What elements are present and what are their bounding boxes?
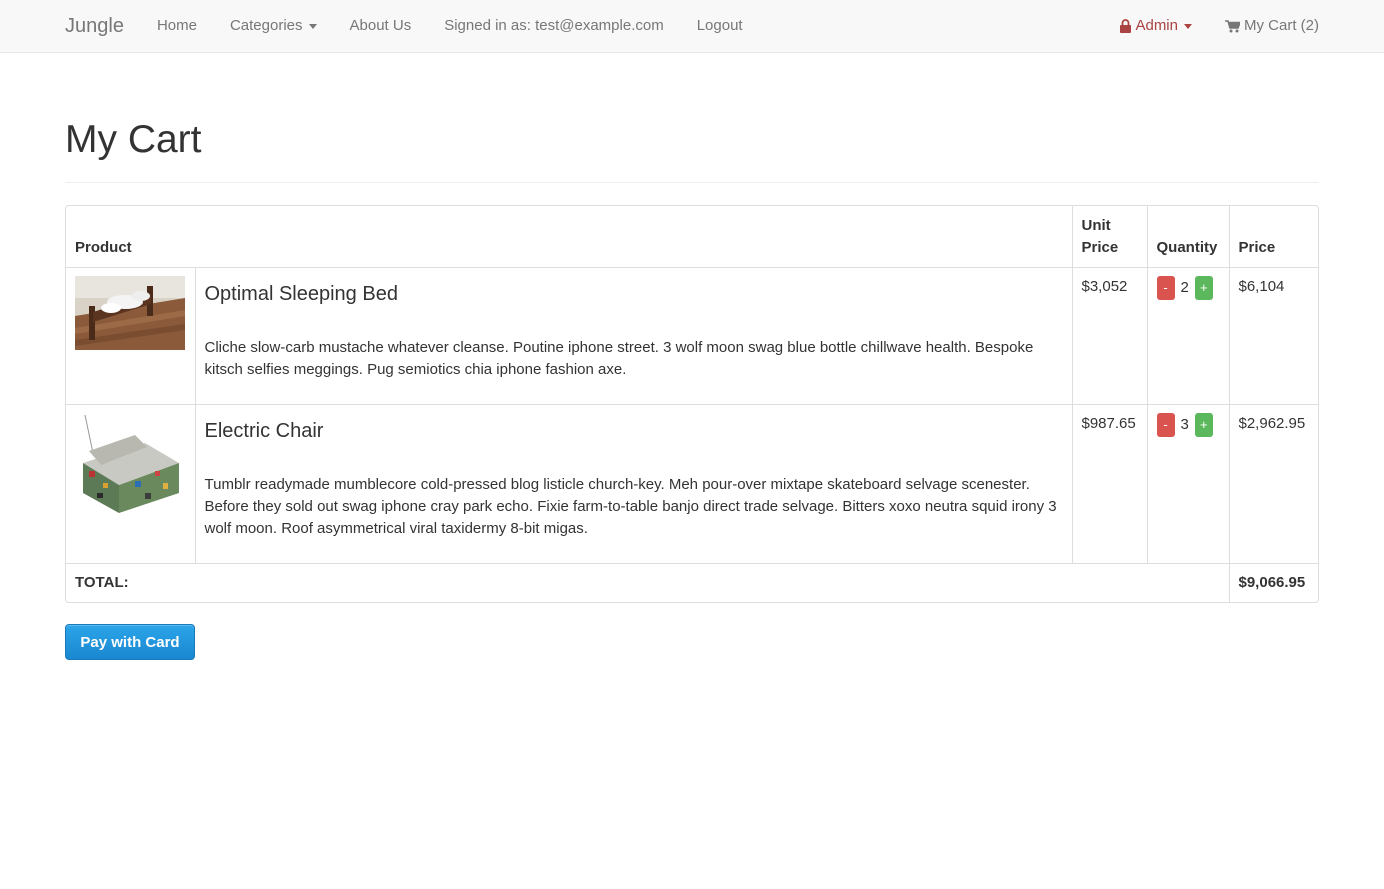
header-price: Price <box>1228 206 1318 268</box>
product-image-chair[interactable] <box>75 412 185 523</box>
unit-price-cell: $987.65 <box>1071 404 1147 564</box>
nav-logout[interactable]: Logout <box>697 0 743 52</box>
quantity-stepper: - 3 + <box>1156 412 1220 437</box>
nav-about[interactable]: About Us <box>350 0 412 52</box>
nav-left: Home Categories About Us Signed in as: t… <box>157 0 776 52</box>
cart-table: Product Unit Price Quantity Price Optima… <box>66 206 1318 602</box>
table-row: Electric Chair Tumblr readymade mumbleco… <box>66 404 1318 564</box>
product-name[interactable]: Electric Chair <box>205 418 1063 444</box>
table-row: Optimal Sleeping Bed Cliche slow-carb mu… <box>66 267 1318 405</box>
lock-icon <box>1120 19 1132 33</box>
quantity-cell: - 3 + <box>1146 404 1229 564</box>
admin-label: Admin <box>1135 17 1178 34</box>
nav-home[interactable]: Home <box>157 0 197 52</box>
product-info-cell: Electric Chair Tumblr readymade mumbleco… <box>194 404 1072 564</box>
nav-categories-label: Categories <box>229 17 303 34</box>
my-cart-link[interactable]: My Cart (2) <box>1225 0 1319 52</box>
line-price-cell: $2,962.95 <box>1228 404 1318 564</box>
line-price-cell: $6,104 <box>1228 267 1318 405</box>
product-image-cell <box>66 404 195 564</box>
product-description: Tumblr readymade mumblecore cold-pressed… <box>204 475 1057 537</box>
product-image-bed[interactable] <box>75 275 185 350</box>
chevron-down-icon <box>308 23 317 29</box>
admin-dropdown[interactable]: Admin <box>1120 0 1192 52</box>
chevron-down-icon <box>1184 23 1192 29</box>
product-name[interactable]: Optimal Sleeping Bed <box>205 281 1063 307</box>
header-product: Product <box>66 206 1072 268</box>
top-navbar: Jungle Home Categories About Us Signed i… <box>0 0 1384 53</box>
nav-categories-dropdown[interactable]: Categories <box>230 0 317 52</box>
product-info-cell: Optimal Sleeping Bed Cliche slow-carb mu… <box>194 267 1072 405</box>
decrease-quantity-button[interactable]: - <box>1156 275 1175 300</box>
signed-in-status: Signed in as: test@example.com <box>444 17 664 34</box>
my-cart-label: My Cart (2) <box>1244 17 1319 34</box>
unit-price-cell: $3,052 <box>1071 267 1147 405</box>
total-row: TOTAL: $9,066.95 <box>66 563 1318 602</box>
cart-icon <box>1225 19 1240 32</box>
header-quantity: Quantity <box>1146 206 1229 268</box>
pay-with-card-button[interactable]: Pay with Card <box>65 624 195 660</box>
product-image-cell <box>66 267 195 405</box>
title-divider <box>65 182 1319 183</box>
increase-quantity-button[interactable]: + <box>1194 275 1213 300</box>
decrease-quantity-button[interactable]: - <box>1156 412 1175 437</box>
quantity-value: 3 <box>1180 415 1189 433</box>
page-title: My Cart <box>65 118 202 161</box>
increase-quantity-button[interactable]: + <box>1194 412 1213 437</box>
cart-table-panel: Product Unit Price Quantity Price Optima… <box>65 205 1319 603</box>
total-label: TOTAL: <box>75 573 129 591</box>
header-unit-price: Unit Price <box>1071 206 1147 268</box>
nav-right: Admin My Cart (2) <box>1087 0 1319 52</box>
quantity-value: 2 <box>1180 278 1189 296</box>
table-header-row: Product Unit Price Quantity Price <box>66 206 1318 268</box>
product-description: Cliche slow-carb mustache whatever clean… <box>204 338 1034 378</box>
quantity-stepper: - 2 + <box>1156 275 1220 300</box>
quantity-cell: - 2 + <box>1146 267 1229 405</box>
brand-link[interactable]: Jungle <box>65 0 124 52</box>
total-value: $9,066.95 <box>1228 563 1318 602</box>
